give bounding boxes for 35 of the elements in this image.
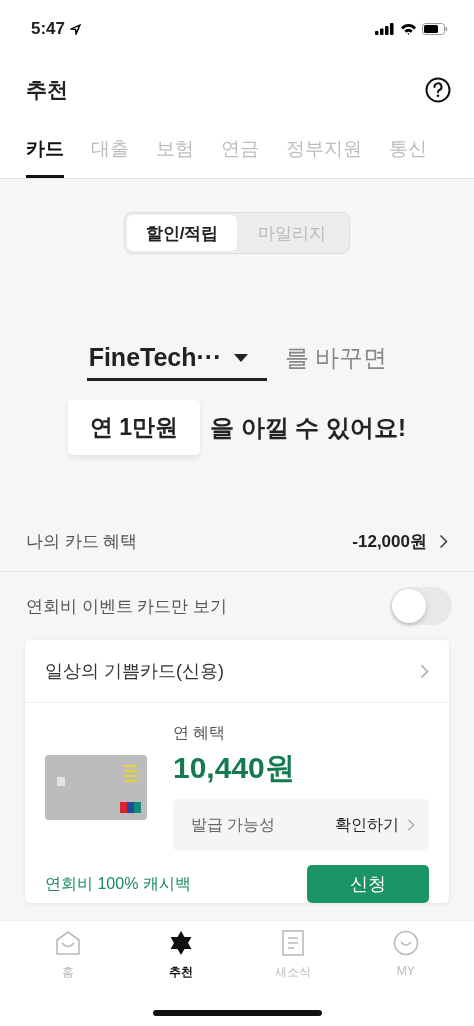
page-title: 추천 bbox=[26, 77, 68, 103]
toggle-switch[interactable] bbox=[390, 587, 452, 625]
apply-button[interactable]: 신청 bbox=[307, 865, 429, 903]
benefit-value[interactable]: -12,000원 bbox=[352, 529, 427, 553]
nav-tab[interactable]: 새소식 bbox=[258, 929, 329, 982]
nav-tab[interactable]: 추천 bbox=[145, 929, 216, 982]
issue-label: 발급 가능성 bbox=[191, 814, 276, 835]
chevron-right-icon bbox=[407, 818, 415, 832]
card-name[interactable]: 일상의 기쁨카드(신용) bbox=[45, 659, 224, 683]
chevron-right-icon bbox=[420, 663, 429, 679]
savings-amount: 연 1만원 bbox=[67, 400, 201, 455]
segment-button[interactable]: 할인/적립 bbox=[127, 215, 237, 251]
signal-icon bbox=[375, 23, 395, 35]
nav-tab[interactable]: 홈 bbox=[33, 929, 104, 982]
home-icon bbox=[55, 930, 82, 956]
check-link[interactable]: 확인하기 bbox=[335, 814, 399, 836]
benefit-label: 나의 카드 혜택 bbox=[26, 530, 138, 553]
headline-text: 를 바꾸면 bbox=[284, 343, 388, 373]
headline-text: 을 아낄 수 있어요! bbox=[210, 412, 407, 443]
document-icon bbox=[282, 930, 305, 956]
smile-icon bbox=[392, 930, 419, 956]
battery-icon bbox=[422, 23, 448, 35]
caret-icon bbox=[233, 353, 248, 362]
promo-text: 연회비 100% 캐시백 bbox=[45, 873, 191, 894]
card-dropdown[interactable]: FineTech··· bbox=[86, 343, 267, 381]
nav-tab[interactable]: MY bbox=[370, 929, 441, 982]
benefit-label: 연 혜택 bbox=[173, 723, 227, 743]
status-time: 5:47 bbox=[31, 19, 66, 39]
wifi-icon bbox=[400, 23, 417, 35]
benefit-amount: 10,440원 bbox=[173, 750, 296, 786]
issue-check-button[interactable]: 발급 가능성 확인하기 bbox=[173, 799, 429, 851]
location-arrow-icon bbox=[70, 23, 82, 35]
filter-label: 연회비 이벤트 카드만 보기 bbox=[26, 595, 228, 618]
help-icon[interactable] bbox=[425, 77, 451, 103]
chevron-right-icon bbox=[439, 533, 448, 549]
